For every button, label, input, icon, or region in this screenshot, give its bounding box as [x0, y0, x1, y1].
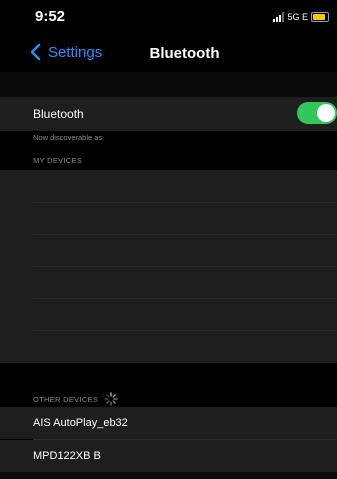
divider — [33, 202, 337, 203]
my-devices-header: MY DEVICES — [33, 156, 83, 165]
divider — [33, 234, 337, 235]
device-name: MPD122XB B — [33, 450, 101, 462]
divider — [33, 298, 337, 299]
activity-spinner-icon — [104, 392, 118, 406]
network-type: 5G E — [287, 12, 308, 22]
status-bar: 9:52 5G E — [0, 0, 337, 36]
device-name: AIS AutoPlay_eb32 — [33, 417, 128, 429]
other-device-row[interactable]: MPD122XB B — [0, 440, 337, 472]
bluetooth-label: Bluetooth — [33, 107, 84, 121]
discoverable-text: Now discoverable as — [33, 133, 103, 142]
battery-icon — [311, 12, 329, 22]
status-indicators: 5G E — [273, 11, 329, 23]
page-title: Bluetooth — [149, 45, 220, 62]
toggle-knob — [317, 104, 335, 122]
other-device-row[interactable]: AIS AutoPlay_eb32 — [0, 407, 337, 439]
other-devices-header: OTHER DEVICES — [33, 394, 99, 404]
bluetooth-toggle[interactable] — [297, 102, 337, 124]
group-spacer — [0, 72, 337, 97]
my-devices-list — [0, 170, 337, 363]
divider — [33, 330, 337, 331]
status-time: 9:52 — [35, 8, 66, 25]
bluetooth-toggle-row: Bluetooth — [0, 97, 337, 131]
other-devices-header-row: OTHER DEVICES — [33, 392, 118, 406]
bottom-spacer — [0, 472, 337, 479]
divider — [33, 266, 337, 267]
navigation-bar: Settings Bluetooth — [0, 36, 337, 72]
cellular-signal-icon — [273, 12, 285, 22]
